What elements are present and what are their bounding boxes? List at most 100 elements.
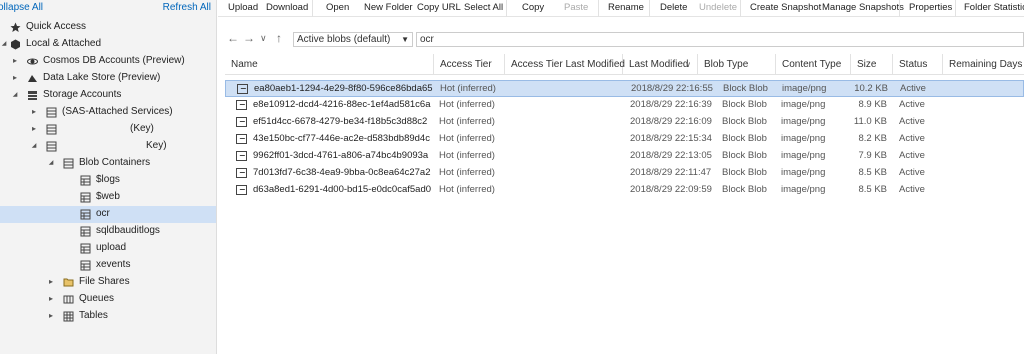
local-attached-icon xyxy=(10,39,21,50)
column-header-last-modified[interactable]: Last Modified ∨ xyxy=(623,54,698,75)
column-header-name[interactable]: Name xyxy=(225,54,434,75)
download-button[interactable]: Download xyxy=(266,2,308,13)
tree-item-local-attached[interactable]: ◢ Local & Attached xyxy=(0,36,216,53)
storage-account-icon xyxy=(46,141,57,152)
tree-item-key[interactable]: ▸ (Key) xyxy=(0,121,216,138)
tree-item-sqldbauditlogs[interactable]: sqldbauditlogs xyxy=(0,223,216,240)
queues-icon xyxy=(63,294,74,305)
toolbar-separator xyxy=(312,0,313,17)
tree-item-storage-accounts[interactable]: ◢ Storage Accounts xyxy=(0,87,216,104)
tree-item-xevents[interactable]: xevents xyxy=(0,257,216,274)
chevron-right-icon[interactable]: ▸ xyxy=(10,56,20,66)
table-row[interactable]: e8e10912-dcd4-4216-88ec-1ef4ad581c6a Hot … xyxy=(225,97,1024,114)
new-folder-button[interactable]: New Folder xyxy=(364,2,413,13)
table-row[interactable]: 7d013fd7-6c38-4ea9-9bba-0c8ea64c27a2 Hot … xyxy=(225,165,1024,182)
column-header-size[interactable]: Size xyxy=(851,54,893,75)
tree-item-ocr[interactable]: ocr xyxy=(0,206,216,223)
image-file-icon xyxy=(237,84,248,94)
chevron-right-icon[interactable]: ▸ xyxy=(46,294,56,304)
storage-account-icon xyxy=(46,107,57,118)
tree-item-data-lake-store-preview[interactable]: ▸ Data Lake Store (Preview) xyxy=(0,70,216,87)
tree-item-key[interactable]: ◢ Key) xyxy=(0,138,216,155)
tree-item-upload[interactable]: upload xyxy=(0,240,216,257)
path-input[interactable]: ocr xyxy=(416,32,1024,47)
column-header-blob-type[interactable]: Blob Type xyxy=(698,54,776,75)
chevron-down-icon[interactable]: ◢ xyxy=(46,158,56,168)
blob-filter-select[interactable]: Active blobs (default) ▼ xyxy=(293,32,413,47)
chevron-right-icon[interactable]: ▸ xyxy=(46,311,56,321)
rename-button[interactable]: Rename xyxy=(608,2,644,13)
create-snapshot-button[interactable]: Create Snapshot xyxy=(750,2,821,13)
delete-button[interactable]: Delete xyxy=(660,2,687,13)
select-all-button[interactable]: Select All xyxy=(464,2,503,13)
column-header-remaining-days[interactable]: Remaining Days xyxy=(943,54,1024,75)
image-file-icon xyxy=(236,117,247,127)
status-cell: Active xyxy=(899,116,925,127)
tree-item-sas-attached-services[interactable]: ▸ (SAS-Attached Services) xyxy=(0,104,216,121)
name-cell: 9962ff01-3dcd-4761-a806-a74bc4b9093a xyxy=(253,150,429,161)
explorer-header: ollapse All Refresh All xyxy=(0,0,216,17)
paste-button[interactable]: Paste xyxy=(564,2,588,13)
chevron-right-icon[interactable]: ▸ xyxy=(46,277,56,287)
image-file-icon xyxy=(236,168,247,178)
copy-url-button[interactable]: Copy URL xyxy=(417,2,461,13)
blob-type-cell: Block Blob xyxy=(722,184,767,195)
name-cell: e8e10912-dcd4-4216-88ec-1ef4ad581c6a xyxy=(253,99,431,110)
tree-item-cosmos-db-accounts-preview[interactable]: ▸ Cosmos DB Accounts (Preview) xyxy=(0,53,216,70)
upload-button[interactable]: Upload xyxy=(228,2,258,13)
name-cell: ea80aeb1-1294-4e29-8f80-596ce86bda65 xyxy=(254,83,433,94)
tree-item-web[interactable]: $web xyxy=(0,189,216,206)
last-modified-cell: 2018/8/29 22:16:55 xyxy=(631,83,713,94)
status-cell: Active xyxy=(899,167,925,178)
status-cell: Active xyxy=(899,150,925,161)
tree-item-label: Data Lake Store (Preview) xyxy=(43,72,161,83)
tree-item-queues[interactable]: ▸ Queues xyxy=(0,291,216,308)
back-arrow-icon[interactable]: ← xyxy=(227,31,239,45)
folder-statistics-button[interactable]: Folder Statistics xyxy=(964,2,1024,13)
manage-snapshots-button[interactable]: Manage Snapshots xyxy=(822,2,904,13)
content-type-cell: image/png xyxy=(781,167,826,178)
table-row[interactable]: d63a8ed1-6291-4d00-bd15-e0dc0caf5ad0 Hot … xyxy=(225,182,1024,199)
open-button[interactable]: Open xyxy=(326,2,349,13)
tree-item-label: Quick Access xyxy=(26,21,87,32)
forward-arrow-icon[interactable]: → xyxy=(243,31,255,45)
chevron-right-icon[interactable]: ▸ xyxy=(29,107,39,117)
name-cell: d63a8ed1-6291-4d00-bd15-e0dc0caf5ad0 xyxy=(253,184,432,195)
refresh-all-link[interactable]: Refresh All xyxy=(163,2,211,13)
table-row[interactable]: ef51d4cc-6678-4279-be34-f18b5c3d88c2 Hot … xyxy=(225,114,1024,131)
container-icon xyxy=(80,226,91,237)
column-header-access-tier[interactable]: Access Tier xyxy=(434,54,505,75)
table-row[interactable]: 43e150bc-cf77-446e-ac2e-d583bdb89d4c Hot … xyxy=(225,131,1024,148)
table-row[interactable]: ea80aeb1-1294-4e29-8f80-596ce86bda65 Hot … xyxy=(225,80,1024,97)
column-header-access-tier-last-modified[interactable]: Access Tier Last Modified xyxy=(505,54,625,75)
undelete-button[interactable]: Undelete xyxy=(699,2,737,13)
size-cell: 7.9 KB xyxy=(858,150,887,161)
up-arrow-icon[interactable]: ↑ xyxy=(276,31,282,45)
content-type-cell: image/png xyxy=(781,99,826,110)
chevron-down-icon[interactable]: ◢ xyxy=(0,39,9,49)
collapse-all-link[interactable]: ollapse All xyxy=(0,2,43,13)
history-chevron-down-icon[interactable]: ∨ xyxy=(260,33,267,44)
properties-button[interactable]: Properties xyxy=(909,2,952,13)
tree-item-blob-containers[interactable]: ◢ Blob Containers xyxy=(0,155,216,172)
column-header-content-type[interactable]: Content Type xyxy=(776,54,851,75)
tree-item-file-shares[interactable]: ▸ File Shares xyxy=(0,274,216,291)
chevron-right-icon[interactable]: ▸ xyxy=(29,124,39,134)
column-header-status[interactable]: Status xyxy=(893,54,943,75)
chevron-down-icon[interactable]: ◢ xyxy=(10,90,20,100)
tree-item-label: Tables xyxy=(79,310,108,321)
content-type-cell: image/png xyxy=(781,150,826,161)
quick-access-icon xyxy=(10,22,21,33)
tree-item-tables[interactable]: ▸ Tables xyxy=(0,308,216,325)
chevron-right-icon[interactable]: ▸ xyxy=(10,73,20,83)
size-cell: 8.5 KB xyxy=(858,184,887,195)
name-cell: 43e150bc-cf77-446e-ac2e-d583bdb89d4c xyxy=(253,133,430,144)
tree-item-logs[interactable]: $logs xyxy=(0,172,216,189)
table-row[interactable]: 9962ff01-3dcd-4761-a806-a74bc4b9093a Hot … xyxy=(225,148,1024,165)
copy-button[interactable]: Copy xyxy=(522,2,544,13)
toolbar-separator xyxy=(899,0,900,17)
chevron-down-icon[interactable]: ◢ xyxy=(29,141,39,151)
tree-item-quick-access[interactable]: Quick Access xyxy=(0,19,216,36)
last-modified-cell: 2018/8/29 22:13:05 xyxy=(630,150,712,161)
cosmos-icon xyxy=(27,56,38,67)
